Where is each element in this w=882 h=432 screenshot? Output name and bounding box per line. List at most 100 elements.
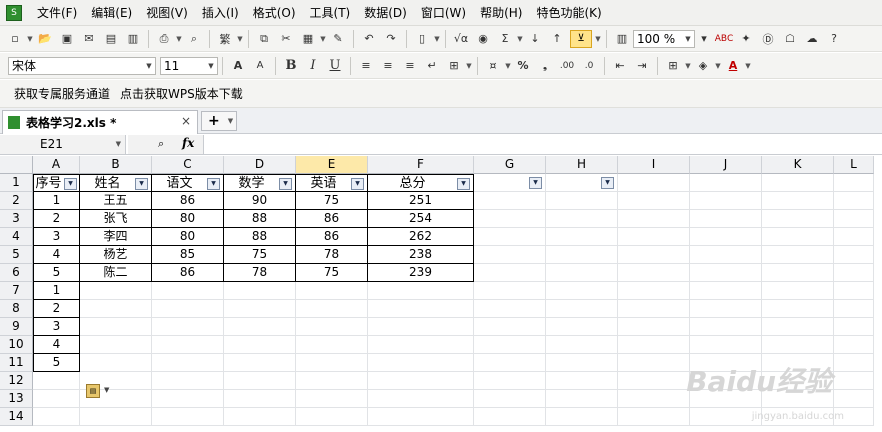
- insert-function-icon[interactable]: √α: [452, 30, 470, 48]
- cell[interactable]: 陈二: [80, 264, 152, 282]
- filter-dropdown-icon[interactable]: ▼: [279, 178, 292, 190]
- cell[interactable]: [368, 408, 474, 426]
- cell[interactable]: [690, 246, 762, 264]
- borders-icon[interactable]: ⊞: [664, 57, 682, 75]
- cell[interactable]: 1: [33, 192, 80, 210]
- column-header-a[interactable]: A: [33, 156, 80, 174]
- cell[interactable]: [224, 318, 296, 336]
- row-header-9[interactable]: 9: [0, 318, 33, 336]
- cell[interactable]: [834, 246, 874, 264]
- autosum-dropdown-icon[interactable]: ▼: [516, 35, 524, 43]
- new-tab-button[interactable]: + ▼: [201, 111, 237, 131]
- cell[interactable]: [546, 336, 618, 354]
- row-header-5[interactable]: 5: [0, 246, 33, 264]
- cell[interactable]: [546, 228, 618, 246]
- grow-font-icon[interactable]: A: [229, 57, 247, 75]
- wps-app-icon[interactable]: S: [6, 4, 22, 21]
- decrease-indent-icon[interactable]: ⇤: [611, 57, 629, 75]
- header-cell[interactable]: 数学 ▼: [224, 174, 296, 192]
- cell[interactable]: 86: [152, 192, 224, 210]
- filter-dropdown-icon[interactable]: ▼: [351, 178, 364, 190]
- cell[interactable]: 3: [33, 318, 80, 336]
- cell[interactable]: 85: [152, 246, 224, 264]
- wps-bird-icon[interactable]: ✦: [737, 30, 755, 48]
- cell[interactable]: 75: [296, 264, 368, 282]
- header-cell[interactable]: 英语 ▼: [296, 174, 368, 192]
- menu-file[interactable]: 文件(F): [30, 4, 84, 21]
- cell[interactable]: [80, 354, 152, 372]
- cell[interactable]: [834, 390, 874, 408]
- cell[interactable]: 2: [33, 300, 80, 318]
- cell[interactable]: [152, 354, 224, 372]
- header-cell[interactable]: 总分 ▼: [368, 174, 474, 192]
- autosum-icon[interactable]: Σ: [496, 30, 514, 48]
- row-header-8[interactable]: 8: [0, 300, 33, 318]
- cell[interactable]: [546, 372, 618, 390]
- cell[interactable]: [834, 264, 874, 282]
- filter-dropdown-icon[interactable]: ▼: [135, 178, 148, 190]
- fill-color-dropdown-icon[interactable]: ▼: [714, 62, 722, 70]
- filter-dropdown-icon[interactable]: ▼: [601, 177, 614, 189]
- cell[interactable]: 80: [152, 228, 224, 246]
- cell[interactable]: [834, 282, 874, 300]
- row-header-1[interactable]: 1: [0, 174, 33, 192]
- open-folder-icon[interactable]: 📂: [36, 30, 54, 48]
- chat-icon[interactable]: ☁: [803, 30, 821, 48]
- fill-color-icon[interactable]: ◈: [694, 57, 712, 75]
- cell[interactable]: [368, 318, 474, 336]
- cell[interactable]: [474, 228, 546, 246]
- chart-icon[interactable]: ▥: [613, 30, 631, 48]
- cell[interactable]: 75: [224, 246, 296, 264]
- cell[interactable]: 5: [33, 264, 80, 282]
- column-header-f[interactable]: F: [368, 156, 474, 174]
- menu-help[interactable]: 帮助(H): [473, 4, 529, 21]
- service-channel-link[interactable]: 获取专属服务通道: [14, 85, 110, 102]
- cell[interactable]: 1: [33, 282, 80, 300]
- cell[interactable]: [834, 210, 874, 228]
- cell[interactable]: [152, 300, 224, 318]
- decrease-decimal-button[interactable]: .0: [580, 57, 598, 75]
- cell[interactable]: [474, 192, 546, 210]
- cell[interactable]: [152, 372, 224, 390]
- autofilter-icon[interactable]: ⊻: [570, 29, 592, 48]
- cell[interactable]: [690, 228, 762, 246]
- cell[interactable]: [834, 228, 874, 246]
- font-size-select[interactable]: 11 ▼: [160, 56, 218, 75]
- cell[interactable]: [546, 210, 618, 228]
- redo-icon[interactable]: ↷: [382, 30, 400, 48]
- cell[interactable]: [618, 336, 690, 354]
- menu-insert[interactable]: 插入(I): [195, 4, 246, 21]
- cell[interactable]: [762, 228, 834, 246]
- column-header-j[interactable]: J: [690, 156, 762, 174]
- cell[interactable]: [152, 282, 224, 300]
- cell[interactable]: [368, 282, 474, 300]
- cell[interactable]: [546, 264, 618, 282]
- column-header-k[interactable]: K: [762, 156, 834, 174]
- cell[interactable]: [762, 264, 834, 282]
- document-tab[interactable]: 表格学习2.xls * ×: [2, 110, 198, 134]
- cell[interactable]: [368, 336, 474, 354]
- cell[interactable]: [474, 318, 546, 336]
- cell[interactable]: [834, 336, 874, 354]
- cell[interactable]: [474, 210, 546, 228]
- cell[interactable]: 88: [224, 210, 296, 228]
- cell[interactable]: [33, 408, 80, 426]
- cell[interactable]: [474, 372, 546, 390]
- font-color-dropdown-icon[interactable]: ▼: [744, 62, 752, 70]
- send-mail-icon[interactable]: ✉: [80, 30, 98, 48]
- cell[interactable]: [80, 336, 152, 354]
- cell[interactable]: [690, 192, 762, 210]
- cell[interactable]: [224, 408, 296, 426]
- cell[interactable]: [834, 372, 874, 390]
- row-header-10[interactable]: 10: [0, 336, 33, 354]
- header-cell[interactable]: 姓名 ▼: [80, 174, 152, 192]
- chevron-down-icon[interactable]: ▼: [228, 117, 233, 125]
- sort-descending-icon[interactable]: ↑: [548, 30, 566, 48]
- help-icon[interactable]: ?: [825, 30, 843, 48]
- cut-icon[interactable]: ✂: [277, 30, 295, 48]
- copy-icon[interactable]: ⧉: [255, 30, 273, 48]
- cell[interactable]: 3: [33, 228, 80, 246]
- column-header-l[interactable]: L: [834, 156, 874, 174]
- traditional-dropdown-icon[interactable]: ▼: [236, 35, 244, 43]
- cell[interactable]: [690, 264, 762, 282]
